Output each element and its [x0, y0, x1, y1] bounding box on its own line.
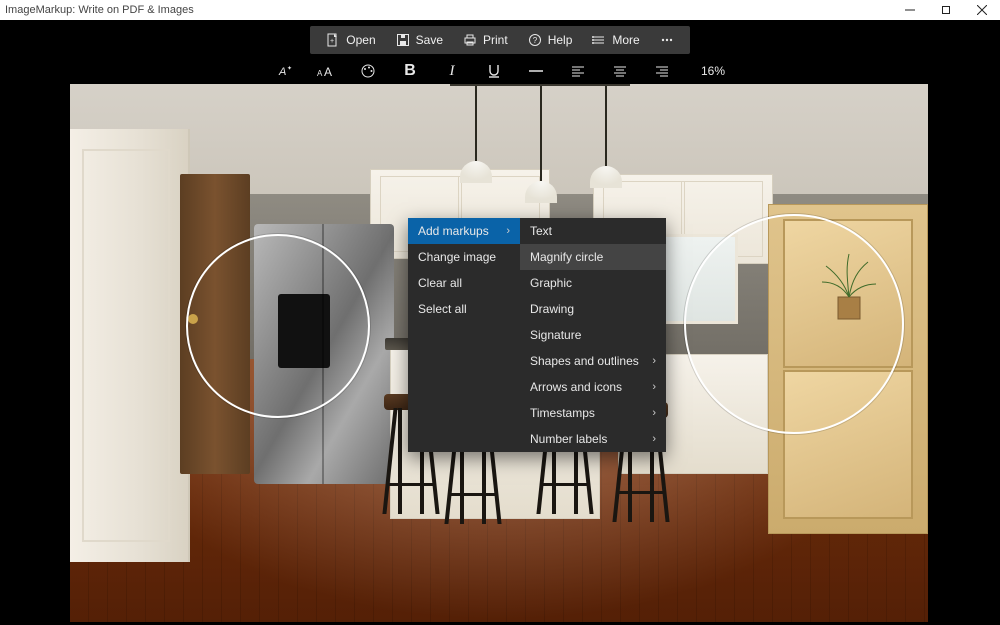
align-center-icon: [612, 63, 628, 79]
menu-item-label: Select all: [418, 302, 467, 316]
chevron-right-icon: ›: [652, 355, 656, 367]
app-content: + Open Save Print ? Help: [0, 20, 1000, 625]
font-size-button[interactable]: AA: [317, 62, 335, 80]
svg-text:?: ?: [532, 36, 537, 45]
menu-item-label: Drawing: [530, 302, 574, 316]
align-right-icon: [654, 63, 670, 79]
help-button[interactable]: ? Help: [518, 26, 583, 54]
chevron-right-icon: ›: [652, 433, 656, 445]
more-button[interactable]: More: [582, 26, 649, 54]
menu-item-label: Magnify circle: [530, 250, 603, 264]
chevron-right-icon: ›: [506, 225, 510, 237]
menu-item-label: Signature: [530, 328, 581, 342]
context-menu-primary: Add markups › Change image Clear all Select …: [408, 218, 520, 452]
italic-icon: I: [449, 63, 454, 80]
save-button[interactable]: Save: [386, 26, 453, 54]
svg-text:A: A: [317, 69, 323, 78]
minimize-icon: [905, 5, 915, 15]
align-right-button[interactable]: [653, 62, 671, 80]
save-label: Save: [416, 33, 443, 47]
svg-text:+: +: [330, 38, 334, 45]
print-icon: [463, 33, 477, 47]
close-icon: [977, 5, 987, 15]
menu-item[interactable]: Drawing: [520, 296, 666, 322]
menu-item-label: Add markups: [418, 224, 489, 238]
menu-item[interactable]: Add markups ›: [408, 218, 520, 244]
italic-button[interactable]: I: [443, 62, 461, 80]
chevron-right-icon: ›: [652, 407, 656, 419]
more-label: More: [612, 33, 639, 47]
help-label: Help: [548, 33, 573, 47]
menu-item-label: Change image: [418, 250, 496, 264]
open-button[interactable]: + Open: [316, 26, 385, 54]
svg-text:A: A: [324, 65, 332, 79]
menu-item-label: Shapes and outlines: [530, 354, 639, 368]
menu-item[interactable]: Clear all: [408, 270, 520, 296]
font-color-button[interactable]: [359, 62, 377, 80]
print-label: Print: [483, 33, 508, 47]
menu-item-label: Text: [530, 224, 552, 238]
bold-icon: B: [404, 62, 416, 80]
more-list-icon: [592, 33, 606, 47]
magnify-circle-markup[interactable]: [186, 234, 370, 418]
zoom-level[interactable]: 16%: [701, 64, 725, 78]
font-effects-button[interactable]: A✦: [275, 62, 293, 80]
align-center-button[interactable]: [611, 62, 629, 80]
svg-text:A: A: [278, 66, 286, 78]
horizontal-line-icon: [528, 63, 544, 79]
menu-item[interactable]: Change image: [408, 244, 520, 270]
format-toolbar: A✦ AA B I: [275, 60, 725, 82]
bold-button[interactable]: B: [401, 62, 419, 80]
underline-icon: [487, 63, 501, 79]
menu-item[interactable]: Text: [520, 218, 666, 244]
menu-item[interactable]: Select all: [408, 296, 520, 322]
menu-item-label: Clear all: [418, 276, 462, 290]
open-icon: +: [326, 33, 340, 47]
maximize-button[interactable]: [928, 0, 964, 20]
window-titlebar: ImageMarkup: Write on PDF & Images: [0, 0, 1000, 20]
menu-item-label: Number labels: [530, 432, 607, 446]
print-button[interactable]: Print: [453, 26, 518, 54]
palette-icon: [360, 63, 376, 79]
font-effects-icon: A✦: [276, 63, 292, 79]
chevron-right-icon: ›: [652, 381, 656, 393]
menu-item[interactable]: Shapes and outlines ›: [520, 348, 666, 374]
menu-item[interactable]: Graphic: [520, 270, 666, 296]
overflow-button[interactable]: [650, 26, 684, 54]
menu-item[interactable]: Signature: [520, 322, 666, 348]
font-size-icon: AA: [317, 63, 335, 79]
menu-item-label: Arrows and icons: [530, 380, 622, 394]
menu-item[interactable]: Number labels ›: [520, 426, 666, 452]
close-button[interactable]: [964, 0, 1000, 20]
help-icon: ?: [528, 33, 542, 47]
context-menu: Add markups › Change image Clear all Select …: [408, 218, 666, 452]
maximize-icon: [941, 5, 951, 15]
align-left-icon: [570, 63, 586, 79]
menu-item[interactable]: Magnify circle: [520, 244, 666, 270]
menu-item-label: Graphic: [530, 276, 572, 290]
context-menu-submenu: Text Magnify circle Graphic Drawing Signatur…: [520, 218, 666, 452]
menu-item-label: Timestamps: [530, 406, 595, 420]
magnify-circle-markup[interactable]: [684, 214, 904, 434]
ellipsis-icon: [660, 33, 674, 47]
main-toolbar: + Open Save Print ? Help: [310, 26, 689, 54]
window-title: ImageMarkup: Write on PDF & Images: [5, 4, 194, 16]
horizontal-rule-button[interactable]: [527, 62, 545, 80]
align-left-button[interactable]: [569, 62, 587, 80]
save-icon: [396, 33, 410, 47]
open-label: Open: [346, 33, 375, 47]
underline-button[interactable]: [485, 62, 503, 80]
minimize-button[interactable]: [892, 0, 928, 20]
menu-item[interactable]: Arrows and icons ›: [520, 374, 666, 400]
menu-item[interactable]: Timestamps ›: [520, 400, 666, 426]
svg-text:✦: ✦: [287, 65, 292, 72]
